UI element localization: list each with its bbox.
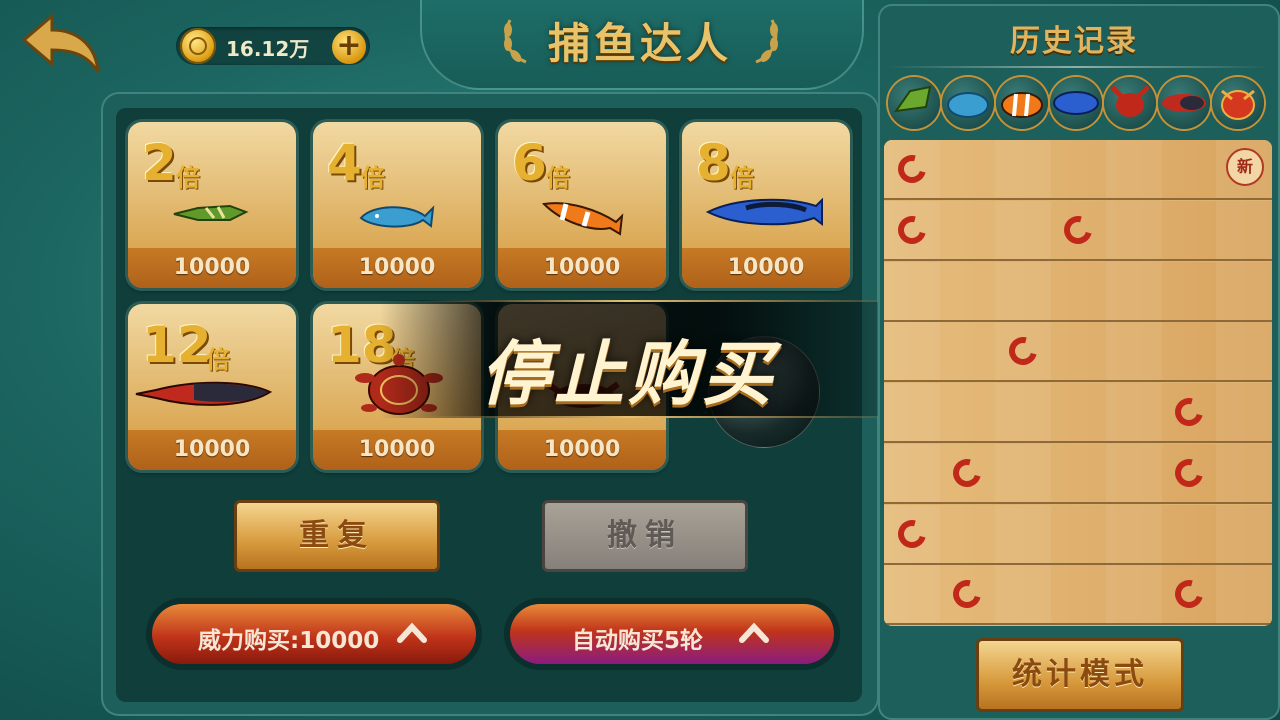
history-cell-shade <box>1105 261 1162 320</box>
red-fish-icon <box>135 381 273 406</box>
history-cell-shade <box>994 261 1051 320</box>
history-mark <box>948 575 987 614</box>
history-cell-shade <box>1105 504 1162 563</box>
history-row <box>884 443 1272 504</box>
multiplier-unit: 倍 <box>361 164 385 192</box>
back-arrow-icon[interactable] <box>20 12 102 76</box>
game-title: 捕鱼达人 <box>547 19 732 68</box>
card-price: 10000 <box>128 248 296 288</box>
green-fish-icon <box>888 77 940 129</box>
history-grid: 新 <box>884 140 1272 626</box>
undo-button[interactable]: 撤销 <box>542 500 748 572</box>
history-row <box>884 261 1272 322</box>
multiplier: 2 <box>142 134 177 192</box>
history-cell-shade <box>1105 383 1162 441</box>
history-cell-shade <box>994 504 1051 563</box>
history-row <box>884 200 1272 261</box>
multiplier-unit: 倍 <box>546 164 570 192</box>
history-title: 历史记录 <box>1010 24 1138 59</box>
history-cell-shade <box>1105 565 1162 624</box>
history-mark <box>948 453 987 492</box>
history-cell-shade <box>1216 565 1272 624</box>
new-badge: 新 <box>1226 148 1264 186</box>
auto-buy-label: 自动购买5轮 <box>572 628 704 654</box>
bet-card-6x[interactable]: 6 倍 10000 <box>498 122 666 288</box>
blue-fish-icon <box>359 205 435 228</box>
history-cell-shade <box>884 322 940 381</box>
history-row <box>884 565 1272 626</box>
history-mark <box>1169 453 1209 492</box>
multiplier-unit: 倍 <box>206 346 230 374</box>
multiplier-unit: 倍 <box>730 164 754 192</box>
power-buy-label: 威力购买:10000 <box>198 628 380 654</box>
card-price: 10000 <box>128 430 296 470</box>
card-price: 10000 <box>682 248 850 288</box>
history-cell-shade <box>1216 261 1272 320</box>
clownfish-icon <box>996 77 1048 129</box>
chevron-up-icon[interactable] <box>396 622 428 644</box>
blue-fish-icon <box>942 77 994 129</box>
history-cell-shade <box>1105 140 1162 198</box>
history-cell-shade <box>994 200 1051 259</box>
tang-fish-icon <box>706 197 823 226</box>
history-cell-shade <box>1105 322 1162 381</box>
multiplier: 4 <box>327 134 362 192</box>
clownfish-icon <box>541 202 624 236</box>
history-cell-shade <box>884 443 940 502</box>
add-coins-button[interactable]: + <box>332 30 366 64</box>
tang-fish-icon <box>1050 77 1102 129</box>
history-divider <box>886 66 1268 68</box>
chevron-up-icon[interactable] <box>738 622 770 644</box>
laurel-right-icon <box>755 19 778 64</box>
auto-buy-button[interactable]: 自动购买5轮 <box>510 604 834 664</box>
card-price: 10000 <box>313 248 481 288</box>
card-price: 10000 <box>313 430 481 470</box>
green-fish-icon <box>173 204 249 221</box>
multiplier-unit: 倍 <box>176 164 200 192</box>
history-cell-shade <box>1105 200 1162 259</box>
history-cell-shade <box>994 443 1051 502</box>
bet-card-8x[interactable]: 8 倍 10000 <box>682 122 850 288</box>
red-fish-icon <box>1158 77 1210 129</box>
history-cell-shade <box>1216 200 1272 259</box>
history-cell-shade <box>884 565 940 624</box>
coin-balance: 16.12万 <box>226 37 310 61</box>
history-cell-shade <box>1216 504 1272 563</box>
bet-card-2x[interactable]: 2 倍 10000 <box>128 122 296 288</box>
multiplier: 6 <box>512 134 547 192</box>
coin-icon <box>180 28 216 64</box>
history-cell-shade <box>1216 322 1272 381</box>
card-price: 10000 <box>498 248 666 288</box>
history-row <box>884 504 1272 565</box>
overlay-divider-top <box>420 300 940 302</box>
history-mark <box>1059 210 1098 249</box>
bet-card-4x[interactable]: 4 倍 10000 <box>313 122 481 288</box>
history-cell-shade <box>994 565 1051 624</box>
history-row <box>884 383 1272 443</box>
history-cell-shade <box>884 261 940 320</box>
card-price: 10000 <box>498 430 666 470</box>
history-row: 新 <box>884 140 1272 200</box>
multiplier: 12 <box>142 316 212 374</box>
history-cell-shade <box>1216 383 1272 441</box>
history-cell-shade <box>994 383 1051 441</box>
bet-card-12x[interactable]: 12 倍 10000 <box>128 304 296 470</box>
multiplier: 8 <box>696 134 731 192</box>
history-cell-shade <box>994 140 1051 198</box>
history-cell-shade <box>1216 443 1272 502</box>
history-row <box>884 322 1272 383</box>
stop-buying-text: 停止购买 <box>480 333 776 415</box>
stats-mode-button[interactable]: 统计模式 <box>976 638 1184 712</box>
power-buy-button[interactable]: 威力购买:10000 <box>152 604 476 664</box>
history-cell-shade <box>1105 443 1162 502</box>
history-cell-shade <box>884 383 940 441</box>
history-mark <box>1169 575 1209 614</box>
goldfish-icon <box>1212 77 1264 129</box>
lobster-icon <box>1104 77 1156 129</box>
history-mark <box>1169 392 1209 432</box>
repeat-button[interactable]: 重复 <box>234 500 440 572</box>
